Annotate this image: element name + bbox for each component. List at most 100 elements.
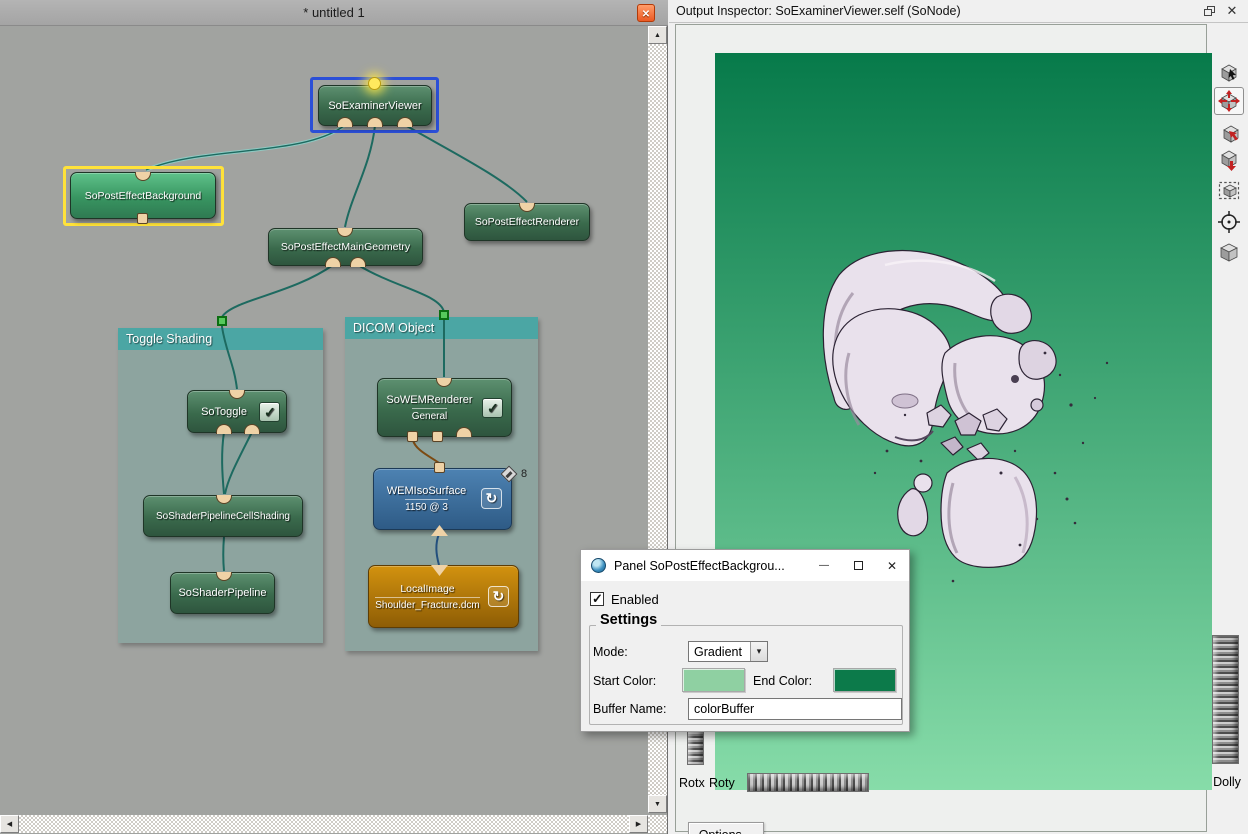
toolbar-camera-type-button[interactable] [1214,238,1244,266]
start-color-swatch[interactable] [682,668,745,692]
node-sublabel: 1150 @ 3 [405,499,448,513]
node-sublabel: General [412,408,448,422]
node-label: SoExaminerViewer [328,100,421,112]
roty-thumbwheel[interactable] [747,773,869,792]
view-all-icon [1217,148,1241,172]
group-title: DICOM Object [353,321,434,335]
reload-icon[interactable] [481,488,502,509]
seek-object-icon [1217,119,1241,143]
editor-vscroll-down-button[interactable] [648,795,667,813]
toolbar-view-selection-button[interactable] [1214,176,1244,204]
inspector-titlebar[interactable]: Output Inspector: SoExaminerViewer.self … [669,0,1248,23]
crosshair-icon [1217,210,1241,234]
node-label: SoPostEffectMainGeometry [281,241,410,253]
connector-background-out[interactable] [137,213,148,224]
buffer-name-input[interactable]: colorBuffer [688,698,902,720]
badge-diamond-mark [505,471,512,478]
panel-titlebar[interactable]: Panel SoPostEffectBackgrou... [581,550,909,581]
node-wemisosurface[interactable]: WEMIsoSurface 1150 @ 3 [373,468,512,530]
connector-toggle-out1[interactable] [216,424,232,434]
toolbar-select-mode-button[interactable] [1214,58,1244,86]
editor-vscroll-up-button[interactable] [648,26,667,44]
undock-icon-front [1204,9,1212,16]
dolly-thumbwheel[interactable] [1212,635,1239,764]
connector-examiner-out3[interactable] [397,117,413,127]
connector-toggle-out2[interactable] [244,424,260,434]
toolbar-seek-object-button[interactable] [1214,117,1244,145]
editor-hscrollbar-track[interactable] [19,815,629,833]
options-button[interactable]: Options [688,822,764,834]
toolbar-view-all-button[interactable] [1214,146,1244,174]
network-editor: * untitled 1 Toggle Shading DICOM Object [0,0,668,834]
editor-scroll-corner [648,815,667,833]
connector-examiner-out1[interactable] [337,117,353,127]
undock-icon[interactable] [1204,6,1215,16]
connector-examiner-top[interactable] [368,77,381,90]
view-selection-icon [1217,178,1241,202]
app-icon [591,558,606,573]
minimize-button[interactable] [807,550,841,581]
editor-title: * untitled 1 [303,5,364,20]
connector-wemrenderer-out3[interactable] [456,427,472,437]
select-mode-icon [1217,60,1241,84]
close-button[interactable] [875,550,909,581]
editor-close-button[interactable] [637,4,655,22]
node-label: SoWEMRenderer [386,394,472,406]
rotx-label: Rotx [679,776,705,790]
panel-window: Panel SoPostEffectBackgrou... Enabled Se… [580,549,910,732]
dropdown-arrow-icon[interactable] [750,642,767,661]
inspector-close-icon[interactable] [1224,3,1240,19]
mode-dropdown[interactable]: Gradient [688,641,768,662]
mode-value: Gradient [694,645,750,659]
group-connector-toggle-shading[interactable] [217,316,227,326]
toolbar-seek-point-button[interactable] [1214,208,1244,236]
toolbar-rotate-view-button[interactable] [1214,87,1244,115]
mode-label: Mode: [593,645,628,659]
node-enable-checkbox[interactable] [482,398,503,418]
maximize-button[interactable] [841,550,875,581]
group-connector-dicom[interactable] [439,310,449,320]
rotx-thumbwheel[interactable] [687,729,704,765]
enabled-label: Enabled [611,592,659,607]
node-label: SoShaderPipeline [178,587,266,599]
connector-wemiso-in[interactable] [434,462,445,473]
inspector-title: Output Inspector: SoExaminerViewer.self … [676,4,961,18]
close-icon [642,4,650,22]
node-label: WEMIsoSurface [387,485,466,497]
node-enable-checkbox[interactable] [259,402,280,422]
group-dicom-object-header[interactable]: DICOM Object [345,317,538,339]
editor-hscroll-right-button[interactable] [629,815,648,833]
dolly-label: Dolly [1212,775,1242,789]
end-color-swatch[interactable] [833,668,896,692]
editor-titlebar[interactable]: * untitled 1 [0,0,668,26]
edge-examiner-maingeometry[interactable] [345,125,375,227]
panel-title: Panel SoPostEffectBackgrou... [614,559,785,573]
buffer-name-value: colorBuffer [694,702,754,716]
buffer-name-label: Buffer Name: [593,702,666,716]
connector-wemrenderer-out2[interactable] [432,431,443,442]
rotate-view-icon [1217,89,1241,113]
settings-title: Settings [596,612,661,628]
enabled-checkbox[interactable] [590,592,604,606]
node-label: SoToggle [201,406,247,418]
editor-hscroll-left-button[interactable] [0,815,19,833]
badge-count: 8 [521,468,527,480]
connector-examiner-out2[interactable] [367,117,383,127]
node-localimage[interactable]: LocalImage Shoulder_Fracture.dcm [368,565,519,628]
connector-maingeometry-out2[interactable] [350,257,366,267]
node-label: SoPostEffectBackground [85,190,202,202]
end-color-label: End Color: [753,674,812,688]
connector-maingeometry-out1[interactable] [325,257,341,267]
maximize-icon [854,561,863,570]
node-label: SoShaderPipelineCellShading [156,511,290,522]
edge-examiner-renderer[interactable] [405,125,527,202]
group-title: Toggle Shading [126,332,212,346]
reload-icon[interactable] [488,586,509,607]
chevron-down-icon [749,828,754,834]
group-toggle-shading-header[interactable]: Toggle Shading [118,328,323,350]
roty-label: Roty [709,776,735,790]
node-label: SoPostEffectRenderer [475,216,579,228]
camera-type-icon [1217,240,1241,264]
node-label: LocalImage [400,583,454,595]
connector-wemrenderer-out1[interactable] [407,431,418,442]
